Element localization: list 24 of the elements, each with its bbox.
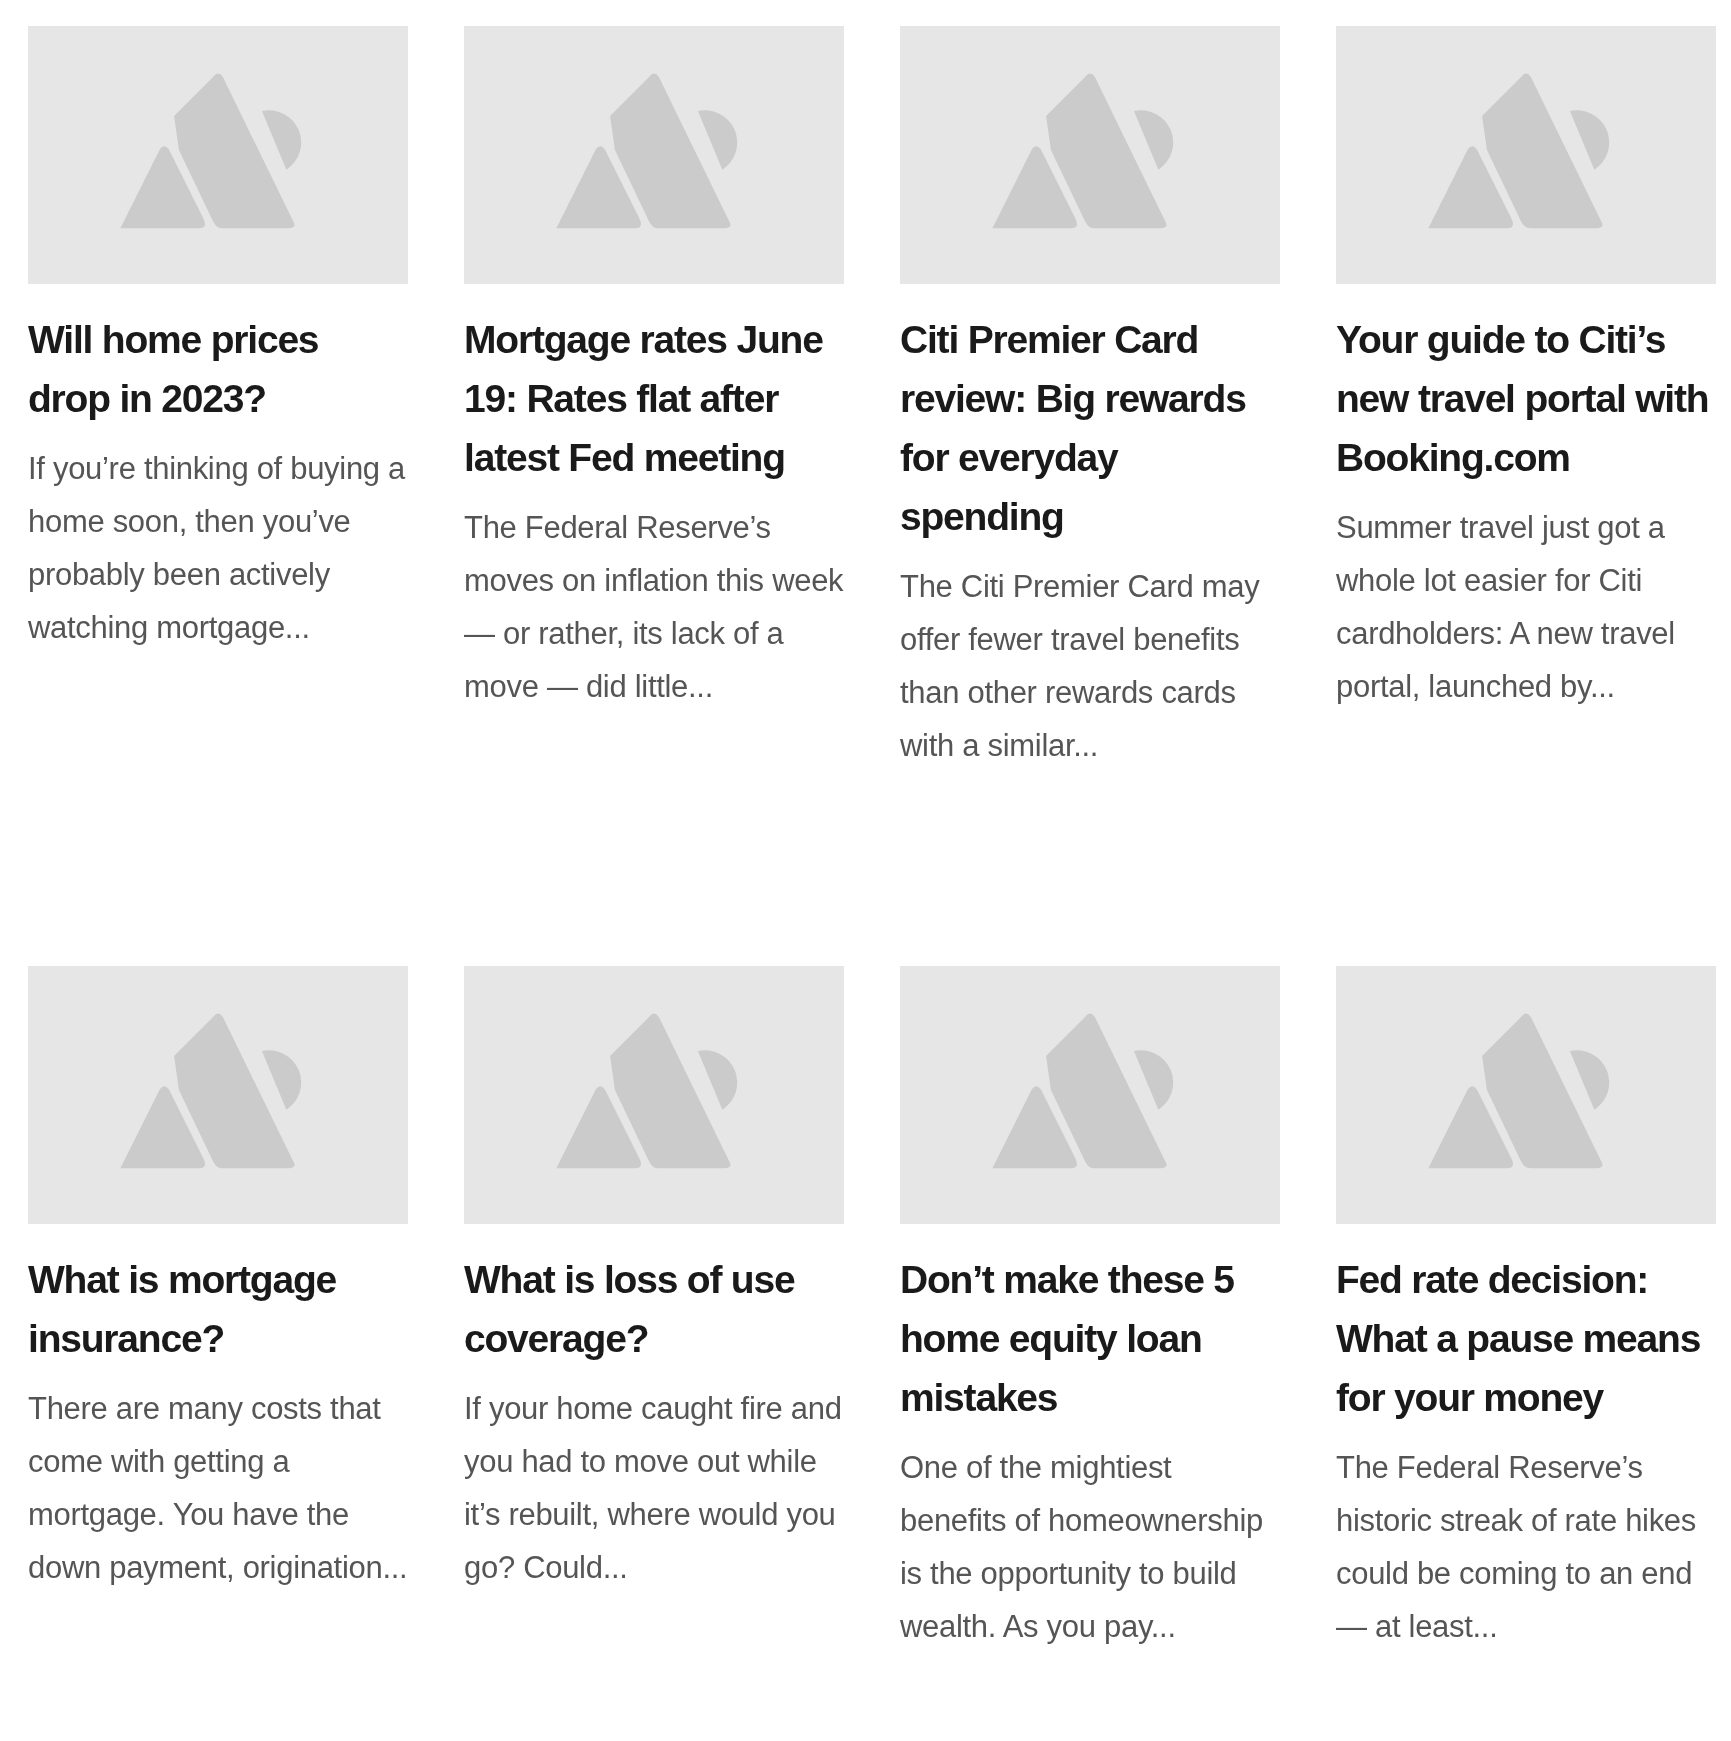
article-title[interactable]: What is loss of use coverage? xyxy=(464,1250,844,1368)
article-summary: The Citi Premier Card may offer fewer travel benefits than other rewards cards with a similar... xyxy=(900,568,1261,765)
article-summary: The Federal Reserve’s historic streak of rate hikes could be coming to an end — at least... xyxy=(1336,1449,1697,1646)
article-summary: Summer travel just got a whole lot easier for Citi cardholders: A new travel portal, launched by... xyxy=(1336,509,1676,706)
article-title[interactable]: Don’t make these 5 home equity loan mistakes xyxy=(900,1250,1280,1427)
article-summary: There are many costs that come with getting a mortgage. You have the down payment, origination... xyxy=(28,1390,408,1587)
article-title[interactable]: Your guide to Citi’s new travel portal with Booking.com xyxy=(1336,310,1716,487)
image-placeholder[interactable] xyxy=(1336,966,1716,1224)
image-placeholder[interactable] xyxy=(464,966,844,1224)
article-title[interactable]: Mortgage rates June 19: Rates flat after latest Fed meeting xyxy=(464,310,844,487)
article-summary: One of the mightiest benefits of homeownership is the opportunity to build wealth. As you pay... xyxy=(900,1449,1264,1646)
article-summary: If you’re thinking of buying a home soon, then you’ve probably been actively watching mortgage... xyxy=(28,450,407,647)
article-summary: If your home caught fire and you had to move out while it’s rebuilt, where would you go? Could... xyxy=(464,1390,843,1587)
image-placeholder[interactable] xyxy=(28,966,408,1224)
article-title[interactable]: Will home prices drop in 2023? xyxy=(28,310,408,428)
article-title[interactable]: Citi Premier Card review: Big rewards for everyday spending xyxy=(900,310,1280,546)
image-placeholder[interactable] xyxy=(28,26,408,284)
image-placeholder[interactable] xyxy=(464,26,844,284)
article-summary: The Federal Reserve’s moves on inflation this week — or rather, its lack of a move — did little... xyxy=(464,509,844,706)
article-title[interactable]: What is mortgage insurance? xyxy=(28,1250,408,1368)
image-placeholder[interactable] xyxy=(900,26,1280,284)
article-title[interactable]: Fed rate decision: What a pause means for your money xyxy=(1336,1250,1716,1427)
image-placeholder[interactable] xyxy=(900,966,1280,1224)
image-placeholder[interactable] xyxy=(1336,26,1716,284)
